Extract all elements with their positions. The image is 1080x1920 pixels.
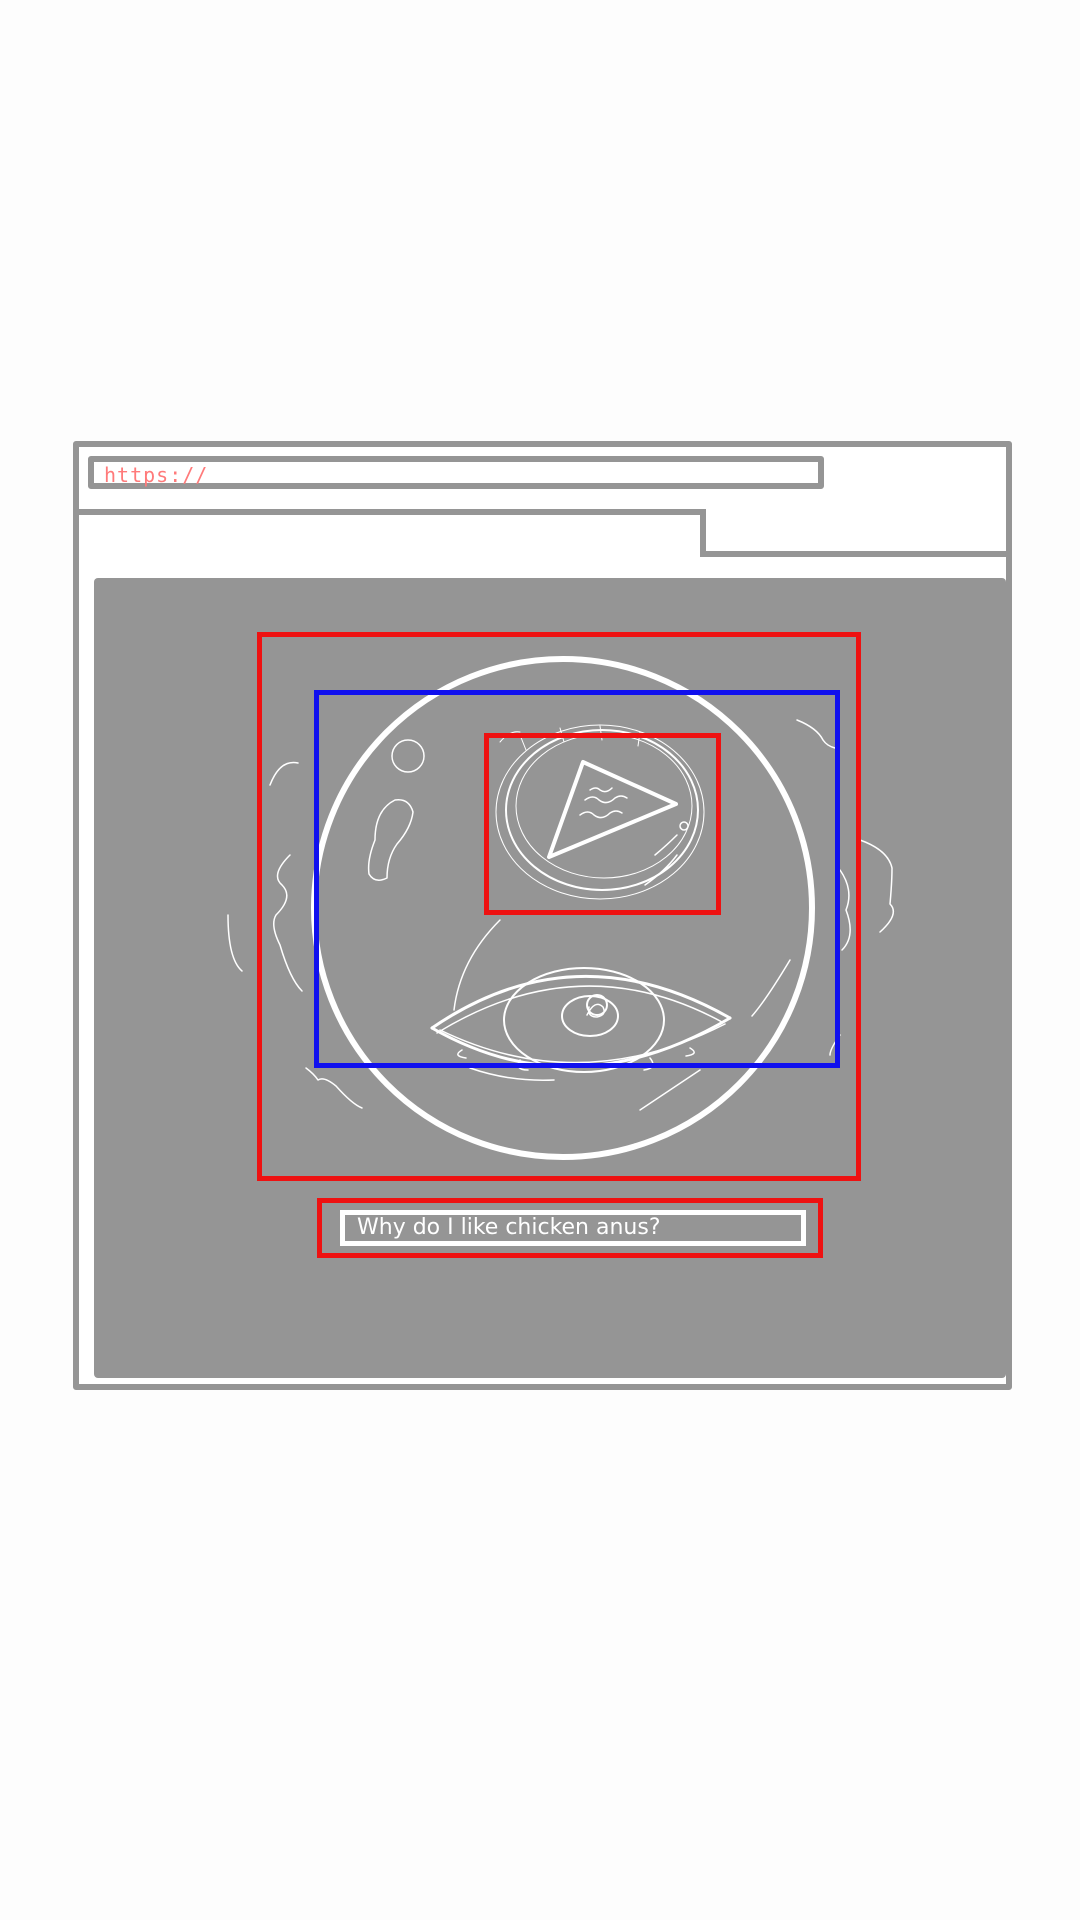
address-bar-text: https:// [104,463,209,487]
search-query-field[interactable]: Why do I like chicken anus? [340,1210,806,1246]
tab-strip-line-left [76,509,706,515]
tab-strip-line-right [700,551,1009,557]
address-bar[interactable]: https:// [88,456,824,489]
play-button-highlight[interactable] [484,733,721,915]
tab-strip-line-step [700,509,706,557]
